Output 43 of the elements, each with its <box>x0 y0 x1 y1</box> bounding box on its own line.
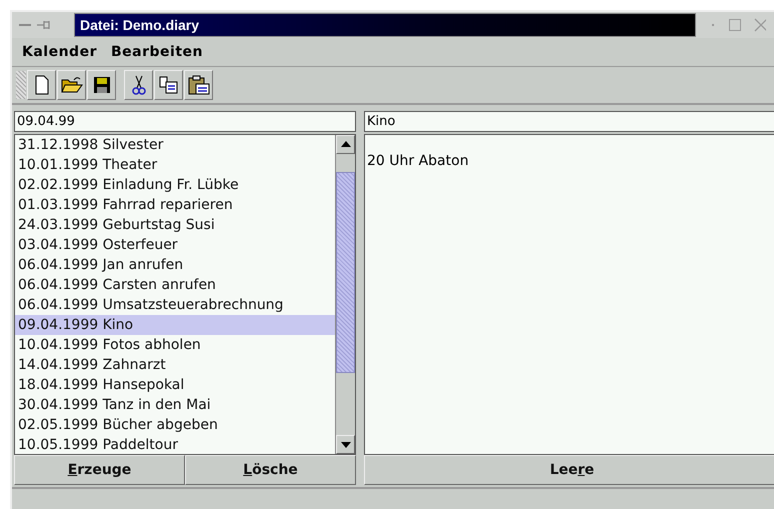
list-item[interactable]: 09.04.1999 Kino <box>15 314 335 335</box>
list-item[interactable]: 10.04.1999 Fotos abholen <box>15 334 335 355</box>
list-item[interactable]: 31.12.1998 Silvester <box>15 134 335 155</box>
list-item[interactable]: 02.05.1999 Bücher abgeben <box>15 414 335 435</box>
clipboard-icon <box>188 75 210 95</box>
list-item[interactable]: 24.03.1999 Geburtstag Susi <box>15 214 335 235</box>
clear-button[interactable]: Leere <box>364 455 774 485</box>
list-item[interactable]: 02.02.1999 Einladung Fr. Lübke <box>15 174 335 195</box>
copy-button[interactable] <box>154 70 183 100</box>
list-item[interactable]: 10.01.1999 Theater <box>15 154 335 175</box>
create-button[interactable]: Erzeuge <box>14 455 185 485</box>
list-item[interactable]: 06.04.1999 Jan anrufen <box>15 254 335 275</box>
folder-icon <box>60 76 82 94</box>
cut-button[interactable] <box>124 70 153 100</box>
blank-page-icon <box>32 75 50 95</box>
date-field[interactable]: 09.04.99 <box>14 111 356 132</box>
save-button[interactable] <box>87 70 116 100</box>
scroll-up-button[interactable] <box>336 134 355 154</box>
menu-item[interactable]: Kalender <box>22 44 97 60</box>
list-item[interactable]: 14.04.1999 Zahnarzt <box>15 354 335 375</box>
scissors-icon <box>132 75 146 95</box>
list-item[interactable]: 18.04.1999 Hansepokal <box>15 374 335 395</box>
note-text-area[interactable]: 20 Uhr Abaton <box>364 134 774 455</box>
list-item[interactable]: 30.04.1999 Tanz in den Mai <box>15 394 335 415</box>
scrollbar[interactable] <box>335 134 355 454</box>
delete-button[interactable]: Lösche <box>185 455 356 485</box>
down-arrow-icon <box>340 442 350 448</box>
paste-button[interactable] <box>184 70 213 100</box>
list-item[interactable]: 06.04.1999 Carsten anrufen <box>15 274 335 295</box>
scroll-down-button[interactable] <box>336 435 355 454</box>
list-item[interactable]: 01.03.1999 Fahrrad reparieren <box>15 194 335 215</box>
copy-icon <box>158 76 178 94</box>
title-field[interactable]: Kino <box>364 111 774 132</box>
menu-item[interactable]: Bearbeiten <box>110 44 203 60</box>
scroll-thumb[interactable] <box>336 172 355 373</box>
window-title: Datei: Demo.diary <box>80 17 200 33</box>
list-item[interactable]: 06.04.1999 Umsatzsteuerabrechnung <box>15 294 335 315</box>
up-arrow-icon <box>340 141 350 148</box>
new-file-button[interactable] <box>27 70 56 100</box>
toolbar-grip[interactable] <box>16 71 26 99</box>
list-item[interactable]: 03.04.1999 Osterfeuer <box>15 234 335 255</box>
open-folder-button[interactable] <box>57 70 86 100</box>
list-item[interactable]: 10.05.1999 Paddeltour <box>15 434 335 454</box>
